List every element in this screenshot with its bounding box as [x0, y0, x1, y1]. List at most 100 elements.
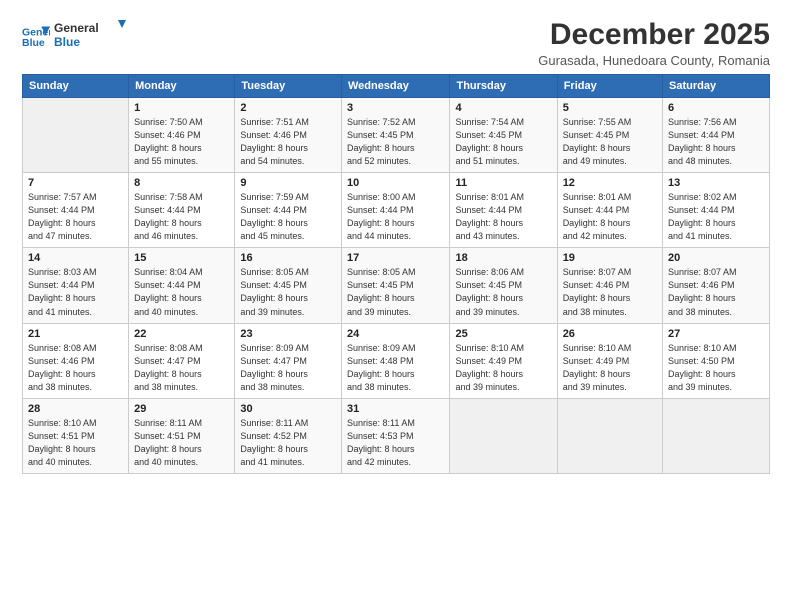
day-info: Sunrise: 8:05 AMSunset: 4:45 PMDaylight:… [347, 266, 445, 318]
day-info: Sunrise: 7:56 AMSunset: 4:44 PMDaylight:… [668, 116, 764, 168]
calendar-cell: 8 Sunrise: 7:58 AMSunset: 4:44 PMDaylight… [129, 173, 235, 248]
day-info: Sunrise: 7:50 AMSunset: 4:46 PMDaylight:… [134, 116, 229, 168]
day-number: 18 [455, 252, 551, 264]
subtitle: Gurasada, Hunedoara County, Romania [538, 53, 770, 68]
day-info: Sunrise: 8:11 AMSunset: 4:53 PMDaylight:… [347, 417, 445, 469]
day-info: Sunrise: 7:57 AMSunset: 4:44 PMDaylight:… [28, 191, 123, 243]
calendar-cell: 9 Sunrise: 7:59 AMSunset: 4:44 PMDaylight… [235, 173, 342, 248]
day-number: 19 [563, 252, 657, 264]
calendar-cell: 3Sunrise: 7:52 AMSunset: 4:45 PMDaylight… [341, 98, 450, 173]
day-info: Sunrise: 8:07 AMSunset: 4:46 PMDaylight:… [563, 266, 657, 318]
header-day-wednesday: Wednesday [341, 75, 450, 98]
calendar-cell: 11Sunrise: 8:01 AMSunset: 4:44 PMDayligh… [450, 173, 557, 248]
header-day-sunday: Sunday [23, 75, 129, 98]
header-day-tuesday: Tuesday [235, 75, 342, 98]
day-number: 12 [563, 177, 657, 189]
header-day-thursday: Thursday [450, 75, 557, 98]
header: General Blue General Blue December 2025 … [22, 18, 770, 68]
calendar-cell [663, 398, 770, 473]
calendar-cell: 22 Sunrise: 8:08 AMSunset: 4:47 PMDayligh… [129, 323, 235, 398]
calendar-cell [23, 98, 129, 173]
calendar-cell: 1 Sunrise: 7:50 AMSunset: 4:46 PMDaylight… [129, 98, 235, 173]
day-number: 1 [134, 102, 229, 114]
calendar-week-2: 7 Sunrise: 7:57 AMSunset: 4:44 PMDaylight… [23, 173, 770, 248]
day-number: 29 [134, 403, 229, 415]
svg-text:Blue: Blue [54, 35, 80, 49]
calendar-table: SundayMondayTuesdayWednesdayThursdayFrid… [22, 74, 770, 474]
day-info: Sunrise: 8:10 AMSunset: 4:51 PMDaylight:… [28, 417, 123, 469]
calendar-cell [450, 398, 557, 473]
day-info: Sunrise: 7:59 AMSunset: 4:44 PMDaylight:… [240, 191, 336, 243]
day-info: Sunrise: 7:52 AMSunset: 4:45 PMDaylight:… [347, 116, 445, 168]
day-info: Sunrise: 8:10 AMSunset: 4:49 PMDaylight:… [455, 342, 551, 394]
calendar-cell: 12 Sunrise: 8:01 AMSunset: 4:44 PMDayligh… [557, 173, 662, 248]
calendar-header-row: SundayMondayTuesdayWednesdayThursdayFrid… [23, 75, 770, 98]
calendar-week-4: 21 Sunrise: 8:08 AMSunset: 4:46 PMDayligh… [23, 323, 770, 398]
calendar-week-5: 28 Sunrise: 8:10 AMSunset: 4:51 PMDayligh… [23, 398, 770, 473]
calendar-cell: 7 Sunrise: 7:57 AMSunset: 4:44 PMDaylight… [23, 173, 129, 248]
day-number: 28 [28, 403, 123, 415]
header-day-monday: Monday [129, 75, 235, 98]
svg-text:General: General [54, 21, 99, 35]
day-info: Sunrise: 8:05 AMSunset: 4:45 PMDaylight:… [240, 266, 336, 318]
day-number: 22 [134, 328, 229, 340]
day-number: 6 [668, 102, 764, 114]
day-number: 8 [134, 177, 229, 189]
day-number: 21 [28, 328, 123, 340]
day-number: 5 [563, 102, 657, 114]
day-info: Sunrise: 8:07 AMSunset: 4:46 PMDaylight:… [668, 266, 764, 318]
day-info: Sunrise: 8:01 AMSunset: 4:44 PMDaylight:… [563, 191, 657, 243]
calendar-cell: 19 Sunrise: 8:07 AMSunset: 4:46 PMDayligh… [557, 248, 662, 323]
calendar-cell: 25 Sunrise: 8:10 AMSunset: 4:49 PMDayligh… [450, 323, 557, 398]
day-info: Sunrise: 8:04 AMSunset: 4:44 PMDaylight:… [134, 266, 229, 318]
calendar-cell [557, 398, 662, 473]
day-info: Sunrise: 7:55 AMSunset: 4:45 PMDaylight:… [563, 116, 657, 168]
day-info: Sunrise: 8:11 AMSunset: 4:51 PMDaylight:… [134, 417, 229, 469]
day-number: 24 [347, 328, 445, 340]
calendar-cell: 24 Sunrise: 8:09 AMSunset: 4:48 PMDayligh… [341, 323, 450, 398]
day-info: Sunrise: 8:11 AMSunset: 4:52 PMDaylight:… [240, 417, 336, 469]
day-info: Sunrise: 7:58 AMSunset: 4:44 PMDaylight:… [134, 191, 229, 243]
title-block: December 2025 Gurasada, Hunedoara County… [538, 18, 770, 68]
day-number: 4 [455, 102, 551, 114]
day-info: Sunrise: 8:09 AMSunset: 4:48 PMDaylight:… [347, 342, 445, 394]
calendar-cell: 21 Sunrise: 8:08 AMSunset: 4:46 PMDayligh… [23, 323, 129, 398]
logo: General Blue General Blue [22, 18, 134, 55]
header-day-saturday: Saturday [663, 75, 770, 98]
day-number: 30 [240, 403, 336, 415]
day-number: 23 [240, 328, 336, 340]
day-number: 14 [28, 252, 123, 264]
calendar-cell: 29 Sunrise: 8:11 AMSunset: 4:51 PMDayligh… [129, 398, 235, 473]
calendar-cell: 14 Sunrise: 8:03 AMSunset: 4:44 PMDayligh… [23, 248, 129, 323]
header-day-friday: Friday [557, 75, 662, 98]
day-number: 13 [668, 177, 764, 189]
logo-svg: General Blue [54, 18, 134, 50]
calendar-cell: 28 Sunrise: 8:10 AMSunset: 4:51 PMDayligh… [23, 398, 129, 473]
calendar-cell: 10Sunrise: 8:00 AMSunset: 4:44 PMDayligh… [341, 173, 450, 248]
day-info: Sunrise: 8:01 AMSunset: 4:44 PMDaylight:… [455, 191, 551, 243]
calendar-cell: 31Sunrise: 8:11 AMSunset: 4:53 PMDayligh… [341, 398, 450, 473]
main-title: December 2025 [538, 18, 770, 51]
calendar-cell: 27 Sunrise: 8:10 AMSunset: 4:50 PMDayligh… [663, 323, 770, 398]
calendar-cell: 5 Sunrise: 7:55 AMSunset: 4:45 PMDaylight… [557, 98, 662, 173]
day-info: Sunrise: 7:51 AMSunset: 4:46 PMDaylight:… [240, 116, 336, 168]
calendar-cell: 2Sunrise: 7:51 AMSunset: 4:46 PMDaylight… [235, 98, 342, 173]
day-number: 16 [240, 252, 336, 264]
calendar-cell: 26Sunrise: 8:10 AMSunset: 4:49 PMDayligh… [557, 323, 662, 398]
calendar-week-1: 1 Sunrise: 7:50 AMSunset: 4:46 PMDaylight… [23, 98, 770, 173]
day-info: Sunrise: 8:10 AMSunset: 4:50 PMDaylight:… [668, 342, 764, 394]
day-info: Sunrise: 8:06 AMSunset: 4:45 PMDaylight:… [455, 266, 551, 318]
day-info: Sunrise: 7:54 AMSunset: 4:45 PMDaylight:… [455, 116, 551, 168]
day-info: Sunrise: 8:09 AMSunset: 4:47 PMDaylight:… [240, 342, 336, 394]
calendar-cell: 13Sunrise: 8:02 AMSunset: 4:44 PMDayligh… [663, 173, 770, 248]
day-number: 7 [28, 177, 123, 189]
logo-icon: General Blue [22, 23, 50, 51]
day-number: 27 [668, 328, 764, 340]
day-info: Sunrise: 8:08 AMSunset: 4:46 PMDaylight:… [28, 342, 123, 394]
day-number: 9 [240, 177, 336, 189]
calendar-cell: 30 Sunrise: 8:11 AMSunset: 4:52 PMDayligh… [235, 398, 342, 473]
day-info: Sunrise: 8:08 AMSunset: 4:47 PMDaylight:… [134, 342, 229, 394]
day-info: Sunrise: 8:03 AMSunset: 4:44 PMDaylight:… [28, 266, 123, 318]
day-number: 25 [455, 328, 551, 340]
day-number: 15 [134, 252, 229, 264]
